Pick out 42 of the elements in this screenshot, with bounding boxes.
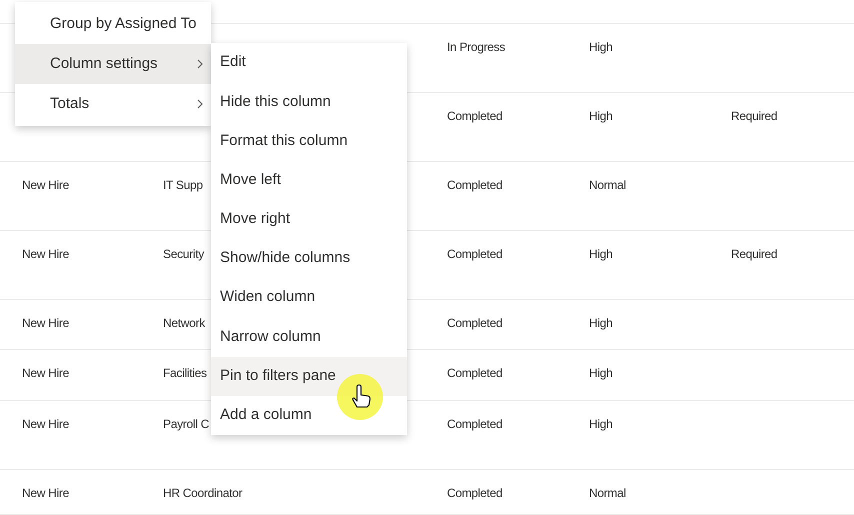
table-cell: Completed — [447, 246, 502, 263]
table-cell: Required — [731, 108, 778, 125]
table-cell: New Hire — [22, 315, 69, 332]
table-cell: HR Coordinator — [163, 485, 242, 502]
table-cell: High — [589, 365, 612, 382]
table-cell: IT Supp — [163, 177, 203, 194]
menu-item[interactable]: Group by Assigned To — [15, 4, 211, 44]
table-cell: Payroll C — [163, 416, 209, 433]
table-cell: Security — [163, 246, 204, 263]
table-cell: Completed — [447, 416, 502, 433]
table-cell: Normal — [589, 177, 626, 194]
table-cell: In Progress — [447, 39, 506, 56]
menu-item[interactable]: Hide this column — [211, 82, 407, 122]
table-cell: Completed — [447, 108, 502, 125]
table-cell: Completed — [447, 365, 502, 382]
menu-item[interactable]: Format this column — [211, 121, 407, 161]
menu-item[interactable]: Narrow column — [211, 317, 407, 356]
table-cell: Completed — [447, 485, 502, 502]
table-cell: High — [589, 315, 612, 332]
menu-item[interactable]: Totals — [15, 84, 211, 124]
menu-item[interactable]: Edit — [211, 43, 407, 82]
menu-item[interactable]: Move right — [211, 200, 407, 239]
table-cell: New Hire — [22, 416, 69, 433]
table-cell: Required — [731, 246, 778, 263]
table-cell: New Hire — [22, 365, 69, 382]
menu-item[interactable]: Move left — [211, 160, 407, 200]
table-cell: Facilities — [163, 365, 207, 382]
table-cell: High — [589, 246, 612, 263]
cursor-highlight-icon — [337, 374, 383, 420]
table-cell: New Hire — [22, 485, 69, 502]
table-cell: New Hire — [22, 177, 69, 194]
table-cell: High — [589, 108, 612, 125]
table-cell: New Hire — [22, 246, 69, 263]
menu-item[interactable]: Show/hide columns — [211, 238, 407, 278]
table-cell: Normal — [589, 485, 626, 502]
table-cell: Completed — [447, 177, 502, 194]
table-cell: Network — [163, 315, 205, 332]
table-cell: High — [589, 416, 612, 433]
table-cell: Completed — [447, 315, 502, 332]
menu-item[interactable]: Column settings — [15, 44, 211, 84]
menu-item[interactable]: Widen column — [211, 278, 407, 318]
table-cell: High — [589, 39, 612, 56]
